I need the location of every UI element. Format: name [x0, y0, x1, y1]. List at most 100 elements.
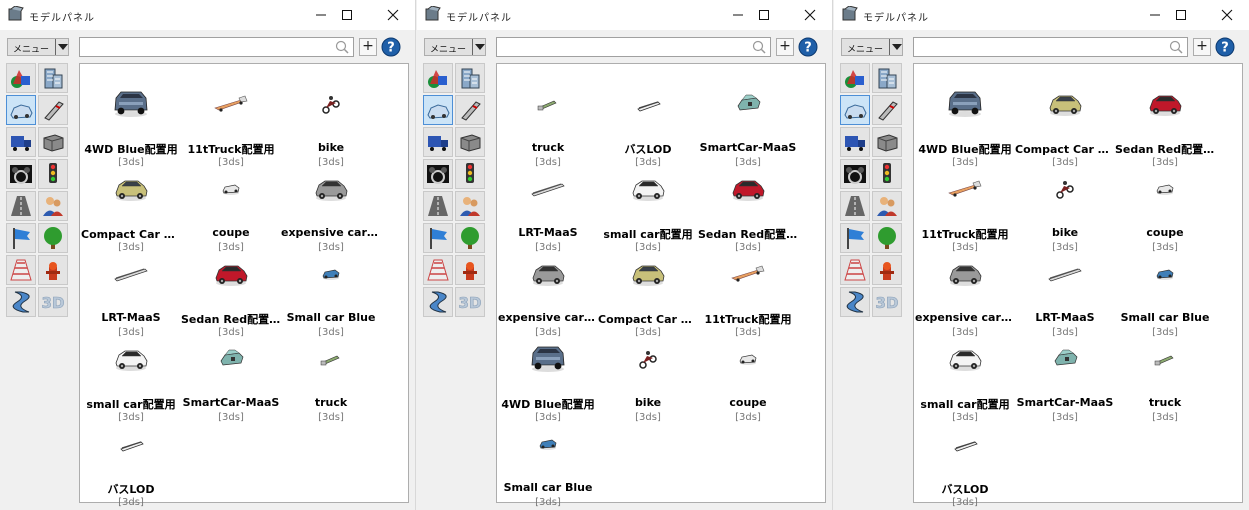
tool-road-button[interactable]: [6, 191, 36, 221]
model-item[interactable]: バスLOD [3ds]: [81, 424, 181, 508]
model-item[interactable]: Sedan Red配置... [3ds]: [698, 169, 798, 253]
model-item[interactable]: LRT-MaaS [3ds]: [81, 254, 181, 338]
tool-fire-hydrant-button[interactable]: [872, 255, 902, 285]
model-item[interactable]: 11tTruck配置用 [3ds]: [698, 254, 798, 338]
tool-traffic-light-button[interactable]: [455, 159, 485, 189]
model-item[interactable]: Sedan Red配置... [3ds]: [181, 254, 281, 338]
search-icon[interactable]: [335, 40, 349, 54]
model-item[interactable]: bike [3ds]: [1015, 169, 1115, 253]
model-list-panel[interactable]: truck [3ds] バスLOD [3ds] SmartCar-MaaS [3…: [496, 63, 826, 508]
help-icon[interactable]: ?: [1215, 37, 1235, 57]
maximize-button[interactable]: [324, 0, 370, 30]
tool-tree-button[interactable]: [38, 223, 68, 253]
tool-trains-button[interactable]: [455, 95, 485, 125]
model-item[interactable]: SmartCar-MaaS [3ds]: [181, 339, 281, 423]
model-item[interactable]: Small car Blue [3ds]: [498, 424, 598, 508]
tool-containers-button[interactable]: [455, 127, 485, 157]
tool-traffic-light-button[interactable]: [38, 159, 68, 189]
model-item[interactable]: LRT-MaaS [3ds]: [498, 169, 598, 253]
tool-road-button[interactable]: [840, 191, 870, 221]
search-input[interactable]: [79, 37, 354, 57]
tool-people-button[interactable]: [872, 191, 902, 221]
close-button[interactable]: [370, 0, 416, 30]
title-bar[interactable]: モデルパネル: [0, 0, 415, 30]
model-item[interactable]: expensive car s... [3ds]: [498, 254, 598, 338]
tool-cockpit-button[interactable]: [423, 159, 453, 189]
model-item[interactable]: small car配置用 [3ds]: [81, 339, 181, 423]
model-item[interactable]: バスLOD [3ds]: [598, 84, 698, 168]
search-icon[interactable]: [1169, 40, 1183, 54]
tool-cars-button[interactable]: [423, 95, 453, 125]
model-item[interactable]: LRT-MaaS [3ds]: [1015, 254, 1115, 338]
menu-dropdown[interactable]: メニュー: [841, 38, 903, 56]
add-button[interactable]: +: [776, 38, 794, 56]
tool-buildings-button[interactable]: [455, 63, 485, 93]
maximize-button[interactable]: [1158, 0, 1204, 30]
search-input[interactable]: [913, 37, 1188, 57]
tool-surface-button[interactable]: [6, 287, 36, 317]
close-button[interactable]: [787, 0, 833, 30]
tool-primitives-button[interactable]: [423, 63, 453, 93]
model-item[interactable]: coupe [3ds]: [1115, 169, 1215, 253]
tool-people-button[interactable]: [38, 191, 68, 221]
model-item[interactable]: 11tTruck配置用 [3ds]: [181, 84, 281, 168]
model-item[interactable]: truck [3ds]: [498, 84, 598, 168]
model-item[interactable]: small car配置用 [3ds]: [598, 169, 698, 253]
menu-dropdown[interactable]: メニュー: [7, 38, 69, 56]
model-item[interactable]: バスLOD [3ds]: [915, 424, 1015, 508]
tool-road-button[interactable]: [423, 191, 453, 221]
tool-flag-button[interactable]: [840, 223, 870, 253]
title-bar[interactable]: モデルパネル: [417, 0, 832, 30]
tool-trains-button[interactable]: [872, 95, 902, 125]
tool-buildings-button[interactable]: [872, 63, 902, 93]
model-item[interactable]: bike [3ds]: [281, 84, 381, 168]
model-item[interactable]: coupe [3ds]: [181, 169, 281, 253]
model-item[interactable]: SmartCar-MaaS [3ds]: [698, 84, 798, 168]
tool-buildings-button[interactable]: [38, 63, 68, 93]
tool-traffic-light-button[interactable]: [872, 159, 902, 189]
add-button[interactable]: +: [359, 38, 377, 56]
model-item[interactable]: 4WD Blue配置用 [3ds]: [81, 84, 181, 168]
model-item[interactable]: Compact Car 配... [3ds]: [81, 169, 181, 253]
model-item[interactable]: truck [3ds]: [281, 339, 381, 423]
tool-cars-button[interactable]: [6, 95, 36, 125]
tool-trucks-button[interactable]: [423, 127, 453, 157]
model-item[interactable]: SmartCar-MaaS [3ds]: [1015, 339, 1115, 423]
tool-surface-button[interactable]: [423, 287, 453, 317]
tool-fire-hydrant-button[interactable]: [38, 255, 68, 285]
tool-containers-button[interactable]: [872, 127, 902, 157]
model-item[interactable]: expensive car s... [3ds]: [281, 169, 381, 253]
tool-flag-button[interactable]: [423, 223, 453, 253]
add-button[interactable]: +: [1193, 38, 1211, 56]
tool-3d-text-button[interactable]: 3D: [38, 287, 68, 317]
tool-tree-button[interactable]: [872, 223, 902, 253]
tool-containers-button[interactable]: [38, 127, 68, 157]
maximize-button[interactable]: [741, 0, 787, 30]
model-item[interactable]: Small car Blue [3ds]: [281, 254, 381, 338]
model-item[interactable]: truck [3ds]: [1115, 339, 1215, 423]
tool-cockpit-button[interactable]: [6, 159, 36, 189]
tool-primitives-button[interactable]: [6, 63, 36, 93]
help-icon[interactable]: ?: [381, 37, 401, 57]
model-item[interactable]: bike [3ds]: [598, 339, 698, 423]
model-item[interactable]: 4WD Blue配置用 [3ds]: [915, 84, 1015, 168]
menu-dropdown[interactable]: メニュー: [424, 38, 486, 56]
model-item[interactable]: 11tTruck配置用 [3ds]: [915, 169, 1015, 253]
tool-tree-button[interactable]: [455, 223, 485, 253]
model-item[interactable]: expensive car s... [3ds]: [915, 254, 1015, 338]
tool-3d-text-button[interactable]: 3D: [455, 287, 485, 317]
tool-trucks-button[interactable]: [6, 127, 36, 157]
tool-primitives-button[interactable]: [840, 63, 870, 93]
help-icon[interactable]: ?: [798, 37, 818, 57]
model-item[interactable]: 4WD Blue配置用 [3ds]: [498, 339, 598, 423]
tool-people-button[interactable]: [455, 191, 485, 221]
model-item[interactable]: Compact Car 配... [3ds]: [598, 254, 698, 338]
tool-surface-button[interactable]: [840, 287, 870, 317]
tool-flag-button[interactable]: [6, 223, 36, 253]
tool-cars-button[interactable]: [840, 95, 870, 125]
close-button[interactable]: [1204, 0, 1249, 30]
tool-trains-button[interactable]: [38, 95, 68, 125]
tool-trucks-button[interactable]: [840, 127, 870, 157]
tool-crosswalk-button[interactable]: [6, 255, 36, 285]
tool-fire-hydrant-button[interactable]: [455, 255, 485, 285]
